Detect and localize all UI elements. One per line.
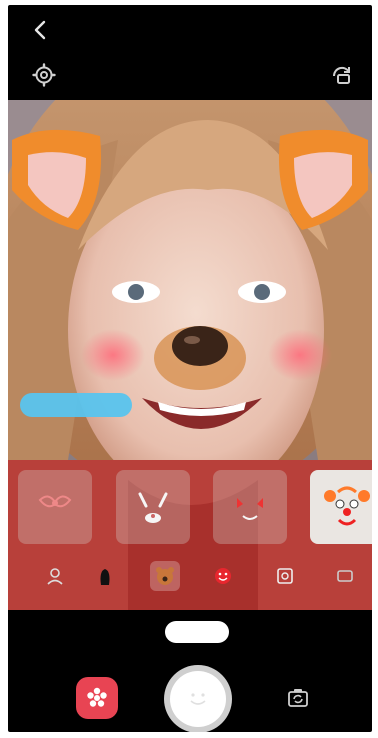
- emoji-category-icon: [215, 568, 231, 584]
- filter-card-clown[interactable]: [310, 470, 372, 544]
- camera-screen: [8, 5, 372, 732]
- category-emoji[interactable]: [208, 561, 238, 591]
- clown-filter-icon: [324, 486, 370, 526]
- hint-toast: [20, 393, 132, 417]
- ar-emoji-button[interactable]: [76, 677, 118, 719]
- top-bar: [8, 5, 372, 100]
- more-category-icon: [337, 570, 353, 582]
- devil-filter-icon: [237, 498, 263, 520]
- category-person[interactable]: [40, 561, 70, 591]
- bunny-filter-icon: [138, 492, 168, 523]
- smile-icon: [190, 693, 206, 705]
- back-icon[interactable]: [28, 17, 54, 43]
- filter-card-devil[interactable]: [213, 470, 287, 544]
- category-more[interactable]: [330, 561, 360, 591]
- flip-camera-icon[interactable]: [330, 63, 354, 87]
- filter-card-bunny[interactable]: [116, 470, 190, 544]
- category-animal[interactable]: [150, 561, 180, 591]
- bow-filter-icon: [38, 495, 72, 508]
- silhouette-category-icon: [100, 569, 110, 585]
- mode-selected[interactable]: [165, 621, 229, 643]
- filter-card-bow[interactable]: [18, 470, 92, 544]
- category-silhouette[interactable]: [90, 561, 120, 591]
- person-category-icon: [47, 568, 63, 585]
- shutter-button[interactable]: [164, 665, 232, 732]
- frame-category-icon: [277, 568, 293, 584]
- settings-icon[interactable]: [32, 63, 56, 87]
- mode-other[interactable]: [254, 621, 294, 643]
- category-frame[interactable]: [270, 561, 300, 591]
- animal-category-icon: [156, 567, 174, 585]
- shutter-inner: [170, 671, 226, 727]
- switch-camera-icon[interactable]: [285, 685, 311, 711]
- ar-emoji-star-icon: [87, 687, 107, 707]
